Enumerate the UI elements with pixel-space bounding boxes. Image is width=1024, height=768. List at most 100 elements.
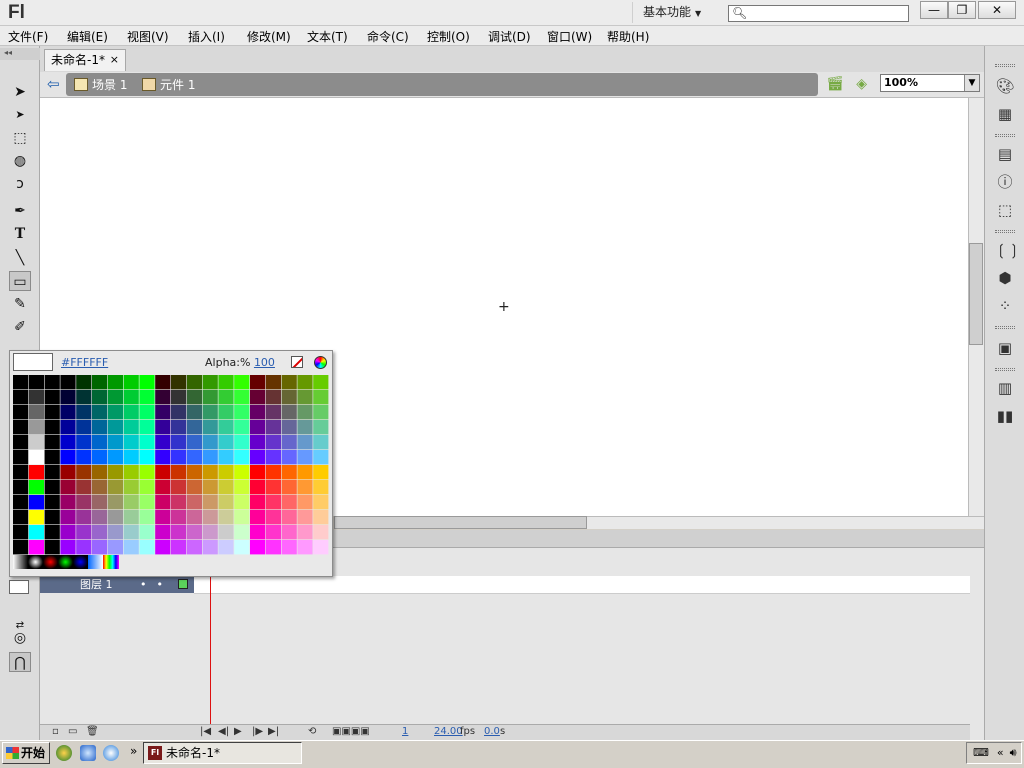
color-swatch[interactable] <box>234 405 250 420</box>
color-swatch[interactable] <box>123 480 139 495</box>
gradient-swatch[interactable] <box>28 555 43 569</box>
color-swatch[interactable] <box>107 420 123 435</box>
menu-window[interactable]: 窗口(W) <box>547 28 592 45</box>
color-swatch[interactable] <box>44 450 60 465</box>
color-swatch[interactable] <box>76 525 92 540</box>
help-search-input[interactable] <box>747 7 905 20</box>
color-swatch[interactable] <box>297 495 313 510</box>
play-icon[interactable]: ▶ <box>234 726 242 737</box>
color-swatch[interactable] <box>44 510 60 525</box>
color-swatch[interactable] <box>171 390 187 405</box>
color-swatch[interactable] <box>28 375 44 390</box>
color-swatch[interactable] <box>250 495 266 510</box>
color-swatch[interactable] <box>234 375 250 390</box>
color-swatch[interactable] <box>313 495 329 510</box>
color-swatch[interactable] <box>202 405 218 420</box>
fill-color-swatch[interactable] <box>9 580 29 594</box>
color-swatch[interactable] <box>92 405 108 420</box>
delete-layer-icon[interactable]: 🗑︎ <box>86 726 99 737</box>
color-swatch[interactable] <box>44 390 60 405</box>
color-swatch[interactable] <box>186 465 202 480</box>
color-swatch[interactable] <box>139 495 155 510</box>
new-layer-icon[interactable]: ▫ <box>52 726 59 737</box>
panel-grip[interactable] <box>995 368 1015 371</box>
color-swatch[interactable] <box>139 525 155 540</box>
swatch-grid[interactable] <box>13 375 329 555</box>
color-swatch[interactable] <box>281 405 297 420</box>
color-swatch[interactable] <box>92 495 108 510</box>
color-swatch[interactable] <box>92 435 108 450</box>
menu-help[interactable]: 帮助(H) <box>607 28 649 45</box>
layer-outline-color-icon[interactable] <box>178 579 188 589</box>
color-swatch[interactable] <box>155 495 171 510</box>
color-swatch[interactable] <box>265 495 281 510</box>
color-swatch[interactable] <box>76 375 92 390</box>
color-swatch[interactable] <box>139 450 155 465</box>
color-swatch[interactable] <box>123 390 139 405</box>
workspace-switcher[interactable]: 基本功能 ▼ <box>632 2 712 23</box>
color-swatch[interactable] <box>139 435 155 450</box>
color-swatch[interactable] <box>123 405 139 420</box>
color-swatch[interactable] <box>218 465 234 480</box>
color-swatch[interactable] <box>60 540 76 555</box>
color-swatch[interactable] <box>297 450 313 465</box>
color-swatch[interactable] <box>313 405 329 420</box>
color-swatch[interactable] <box>28 495 44 510</box>
color-swatch[interactable] <box>44 420 60 435</box>
color-swatch[interactable] <box>107 435 123 450</box>
color-swatch[interactable] <box>28 450 44 465</box>
color-swatch[interactable] <box>281 495 297 510</box>
layer-row[interactable]: 图层 1 •• <box>40 576 194 593</box>
document-tab[interactable]: 未命名-1* × <box>44 49 126 71</box>
playhead[interactable] <box>210 576 211 726</box>
color-swatch[interactable] <box>139 405 155 420</box>
zoom-select[interactable]: 100% ▼ <box>880 74 980 92</box>
color-swatch[interactable] <box>44 525 60 540</box>
color-swatch[interactable] <box>92 420 108 435</box>
color-swatch[interactable] <box>107 450 123 465</box>
color-swatch[interactable] <box>13 510 29 525</box>
start-button[interactable]: 开始 <box>2 742 50 764</box>
motion-presets-icon[interactable]: ⁘ <box>995 296 1015 316</box>
color-swatch[interactable] <box>107 375 123 390</box>
color-swatch[interactable] <box>92 390 108 405</box>
color-swatch[interactable] <box>123 495 139 510</box>
free-transform-icon[interactable]: ⬚ <box>9 128 31 148</box>
onion-skin-icon[interactable]: ▣▣▣▣ <box>332 726 370 737</box>
rectangle-tool-icon[interactable]: ▭ <box>9 271 31 291</box>
close-tab-icon[interactable]: × <box>110 50 119 70</box>
color-swatch[interactable] <box>28 480 44 495</box>
color-swatch[interactable] <box>218 525 234 540</box>
color-swatch[interactable] <box>297 480 313 495</box>
brush-icon[interactable]: ✐ <box>9 317 31 337</box>
color-swatch[interactable] <box>297 510 313 525</box>
color-swatch[interactable] <box>28 540 44 555</box>
color-swatch[interactable] <box>123 435 139 450</box>
color-swatch[interactable] <box>234 510 250 525</box>
line-tool-icon[interactable]: ╲ <box>9 248 31 268</box>
color-swatch[interactable] <box>44 375 60 390</box>
color-swatch[interactable] <box>139 540 155 555</box>
color-swatch[interactable] <box>313 420 329 435</box>
color-swatch[interactable] <box>281 525 297 540</box>
snap-to-objects-icon[interactable]: ⋂ <box>9 652 31 672</box>
color-swatch[interactable] <box>313 375 329 390</box>
menu-insert[interactable]: 插入(I) <box>188 28 225 45</box>
color-swatch[interactable] <box>234 465 250 480</box>
color-swatch[interactable] <box>281 375 297 390</box>
color-swatch[interactable] <box>297 420 313 435</box>
color-swatch[interactable] <box>250 525 266 540</box>
color-swatch[interactable] <box>155 540 171 555</box>
transform-icon[interactable]: ⬚ <box>995 200 1015 220</box>
next-frame-icon[interactable]: |▶ <box>252 726 263 737</box>
color-swatch[interactable] <box>297 405 313 420</box>
color-swatch[interactable] <box>281 480 297 495</box>
pen-icon[interactable]: ✒ <box>9 201 31 221</box>
color-swatch[interactable] <box>281 465 297 480</box>
color-swatch[interactable] <box>123 465 139 480</box>
color-swatch[interactable] <box>250 405 266 420</box>
color-swatch[interactable] <box>28 465 44 480</box>
color-swatch[interactable] <box>13 420 29 435</box>
text-tool-icon[interactable]: T <box>9 224 31 244</box>
color-swatch[interactable] <box>234 420 250 435</box>
